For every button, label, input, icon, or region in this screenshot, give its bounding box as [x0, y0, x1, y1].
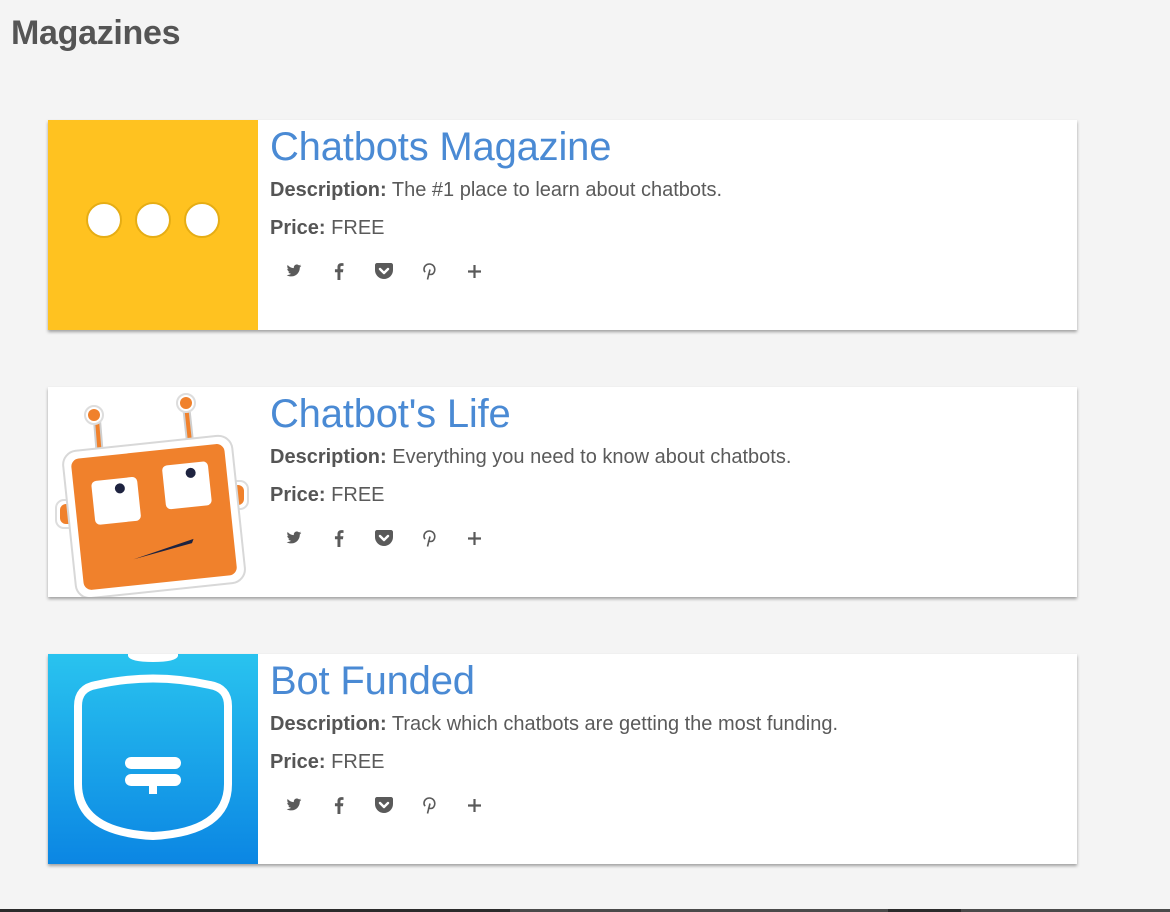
plus-icon[interactable]: [463, 260, 485, 282]
facebook-icon[interactable]: [328, 527, 350, 549]
shield-logo[interactable]: [48, 654, 258, 864]
plus-icon[interactable]: [463, 794, 485, 816]
chat-dots-logo[interactable]: [48, 120, 258, 330]
pinterest-icon[interactable]: [418, 260, 440, 282]
magazine-title-link[interactable]: Bot Funded: [270, 659, 475, 703]
pinterest-icon[interactable]: [418, 794, 440, 816]
price-value: FREE: [331, 484, 385, 506]
price-label: Price:: [270, 217, 326, 239]
description-label: Description:: [270, 713, 387, 735]
description-label: Description:: [270, 446, 387, 468]
price-line: Price: FREE: [270, 216, 1067, 240]
twitter-icon[interactable]: [283, 260, 305, 282]
price-value: FREE: [331, 217, 385, 239]
pocket-icon[interactable]: [373, 794, 395, 816]
pocket-icon[interactable]: [373, 260, 395, 282]
magazine-card: Chatbots Magazine Description: The #1 pl…: [48, 120, 1077, 330]
description-label: Description:: [270, 179, 387, 201]
description-text: The #1 place to learn about chatbots.: [391, 179, 723, 201]
price-label: Price:: [270, 484, 326, 506]
pocket-icon[interactable]: [373, 527, 395, 549]
description-text: Everything you need to know about chatbo…: [392, 446, 792, 468]
description-line: Description: Track which chatbots are ge…: [270, 712, 1067, 736]
price-label: Price:: [270, 751, 326, 773]
twitter-icon[interactable]: [283, 527, 305, 549]
magazine-title[interactable]: Chatbot's Life: [270, 391, 1067, 437]
magazine-card: Chatbot's Life Description: Everything y…: [48, 387, 1077, 597]
pinterest-icon[interactable]: [418, 527, 440, 549]
price-value: FREE: [331, 751, 385, 773]
price-line: Price: FREE: [270, 750, 1067, 774]
share-buttons: [283, 527, 1067, 549]
orange-robot-logo[interactable]: [48, 387, 258, 597]
plus-icon[interactable]: [463, 527, 485, 549]
share-buttons: [283, 794, 1067, 816]
twitter-icon[interactable]: [283, 794, 305, 816]
description-line: Description: Everything you need to know…: [270, 445, 1067, 469]
magazine-title-link[interactable]: Chatbot's Life: [270, 392, 511, 436]
magazine-title[interactable]: Bot Funded: [270, 658, 1067, 704]
share-buttons: [283, 260, 1067, 282]
description-line: Description: The #1 place to learn about…: [270, 178, 1067, 202]
magazine-card: Bot Funded Description: Track which chat…: [48, 654, 1077, 864]
facebook-icon[interactable]: [328, 794, 350, 816]
magazine-title-link[interactable]: Chatbots Magazine: [270, 125, 611, 169]
facebook-icon[interactable]: [328, 260, 350, 282]
magazine-title[interactable]: Chatbots Magazine: [270, 124, 1067, 170]
description-text: Track which chatbots are getting the mos…: [391, 713, 839, 735]
price-line: Price: FREE: [270, 483, 1067, 507]
page-title: Magazines: [11, 14, 181, 52]
